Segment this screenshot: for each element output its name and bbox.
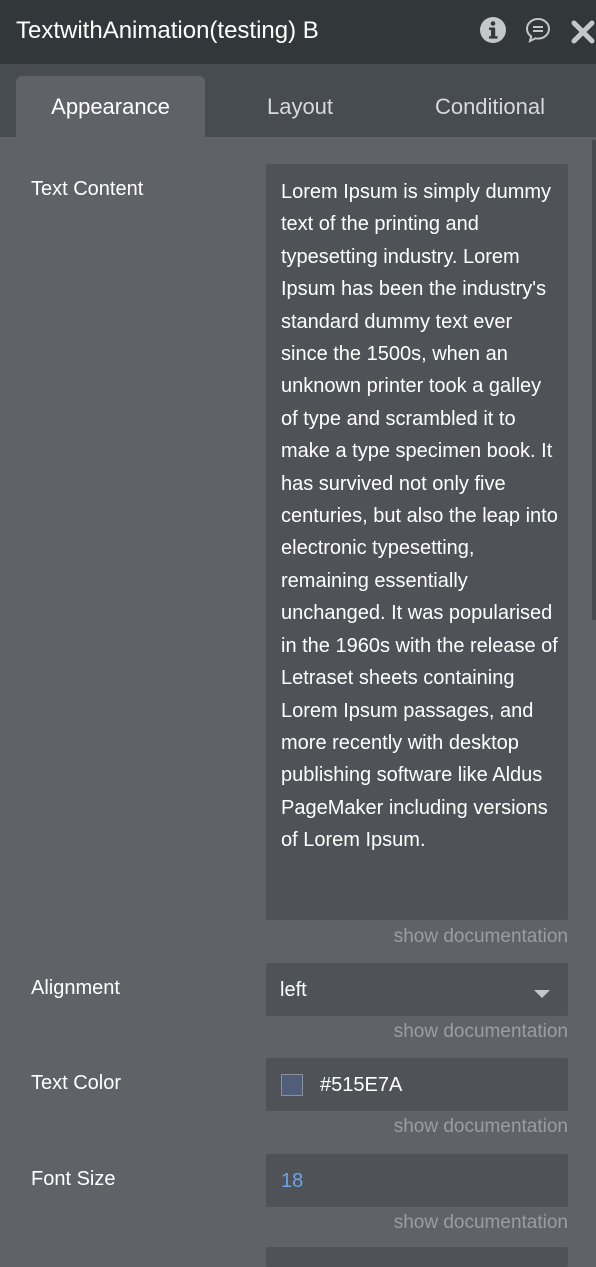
- element-title[interactable]: TextwithAnimation(testing) B: [16, 14, 319, 48]
- text-content-label: Text Content: [31, 178, 144, 200]
- alignment-value: left: [280, 979, 307, 1001]
- property-editor-header: TextwithAnimation(testing) B: [0, 0, 596, 64]
- info-icon[interactable]: [479, 16, 507, 49]
- alignment-label: Alignment: [31, 977, 120, 999]
- text-color-value: #515E7A: [320, 1074, 403, 1096]
- next-field-input[interactable]: [266, 1247, 568, 1267]
- chevron-down-icon: [534, 986, 550, 1004]
- font-size-label: Font Size: [31, 1168, 116, 1190]
- tab-bar: Appearance Layout Conditional: [0, 64, 596, 137]
- font-size-value: 18: [281, 1170, 304, 1192]
- text-color-picker[interactable]: #515E7A: [266, 1058, 568, 1111]
- alignment-doc-link[interactable]: show documentation: [394, 1021, 568, 1043]
- text-color-doc-link[interactable]: show documentation: [394, 1116, 568, 1138]
- text-color-label: Text Color: [31, 1072, 122, 1094]
- color-swatch[interactable]: [281, 1074, 303, 1096]
- text-content-input[interactable]: Lorem Ipsum is simply dummy text of the …: [266, 164, 568, 920]
- font-size-input[interactable]: 18: [266, 1154, 568, 1207]
- alignment-dropdown[interactable]: left: [266, 963, 568, 1016]
- scrollbar[interactable]: [592, 140, 596, 620]
- tab-layout[interactable]: Layout: [226, 76, 374, 137]
- close-icon[interactable]: [570, 19, 596, 50]
- font-size-doc-link[interactable]: show documentation: [394, 1212, 568, 1234]
- text-content-doc-link[interactable]: show documentation: [394, 926, 568, 948]
- tab-appearance[interactable]: Appearance: [16, 76, 205, 137]
- tab-conditional[interactable]: Conditional: [396, 76, 584, 137]
- comment-icon[interactable]: [525, 17, 551, 48]
